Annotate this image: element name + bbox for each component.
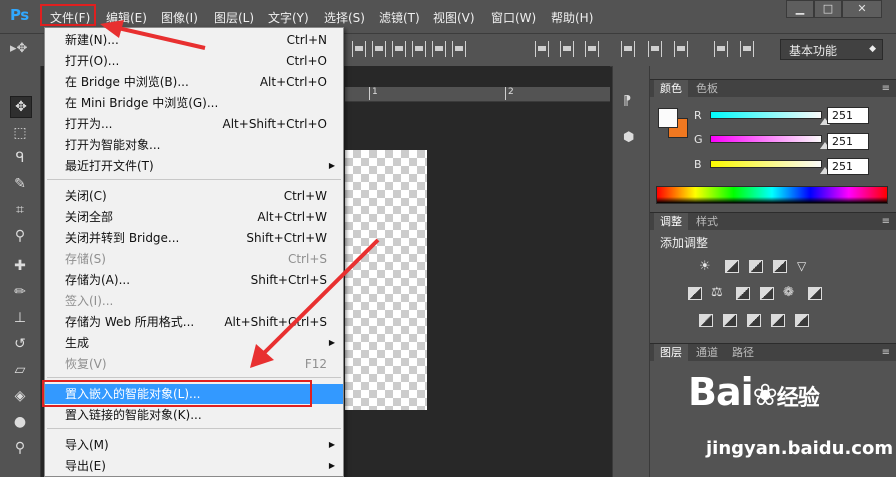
annotation-arrows xyxy=(100,20,380,368)
annotation-arrow-to-file-menu xyxy=(100,20,206,50)
annotation-arrow-to-place-item xyxy=(250,238,380,368)
